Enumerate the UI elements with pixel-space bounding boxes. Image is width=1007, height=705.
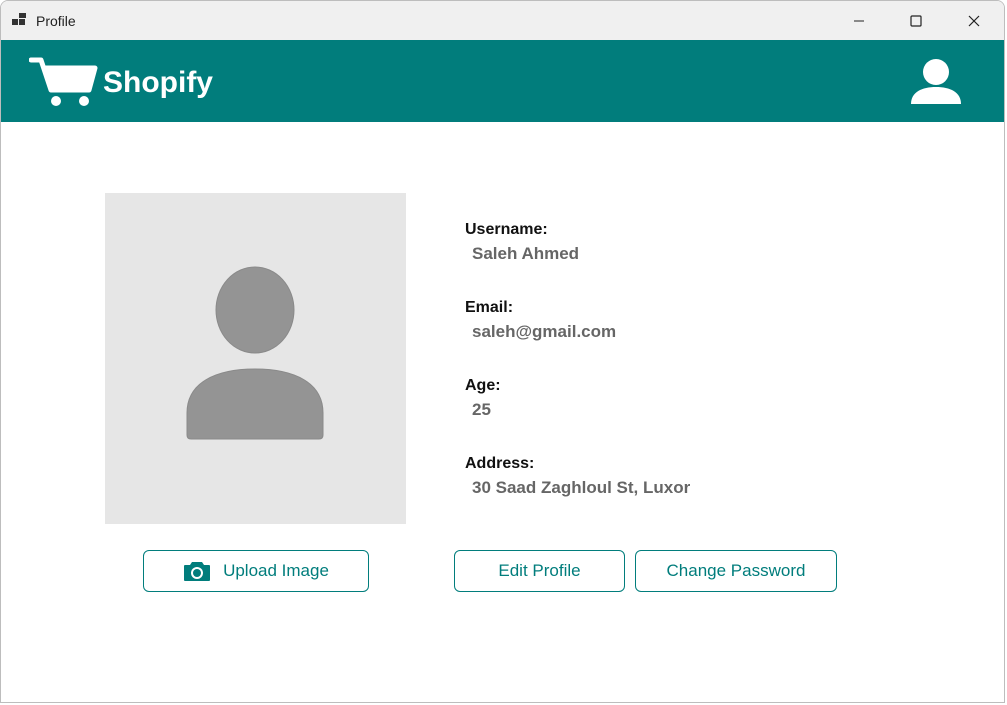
camera-icon	[183, 560, 211, 582]
username-label: Username:	[465, 221, 548, 238]
close-button[interactable]	[945, 1, 1003, 40]
edit-profile-label: Edit Profile	[498, 561, 581, 580]
edit-profile-button[interactable]: Edit Profile	[454, 550, 625, 592]
profile-image	[105, 193, 406, 524]
user-icon[interactable]	[908, 58, 964, 106]
cart-icon	[28, 56, 99, 108]
window-title: Profile	[36, 13, 76, 29]
app-icon	[12, 13, 28, 27]
app-header: Shopify	[1, 40, 1004, 122]
brand-name: Shopify	[103, 66, 213, 99]
address-value: 30 Saad Zaghloul St, Luxor	[472, 478, 691, 497]
address-label: Address:	[465, 455, 535, 472]
maximize-button[interactable]	[887, 1, 945, 40]
avatar-placeholder-icon	[186, 266, 324, 440]
username-value: Saleh Ahmed	[472, 244, 580, 263]
email-value: saleh@gmail.com	[472, 322, 617, 341]
change-password-button[interactable]: Change Password	[635, 550, 837, 592]
upload-image-label: Upload Image	[223, 561, 329, 580]
age-label: Age:	[465, 377, 501, 394]
minimize-icon	[854, 20, 864, 21]
email-label: Email:	[465, 299, 514, 316]
close-icon	[968, 15, 980, 26]
maximize-icon	[910, 14, 922, 27]
minimize-button[interactable]	[830, 1, 888, 40]
upload-image-button[interactable]: Upload Image	[143, 550, 369, 592]
title-bar: Profile	[1, 1, 1004, 40]
profile-window: Profile Shopify Username: Saleh Ahmed Em…	[0, 0, 1005, 703]
change-password-label: Change Password	[666, 561, 806, 580]
age-value: 25	[472, 400, 491, 419]
